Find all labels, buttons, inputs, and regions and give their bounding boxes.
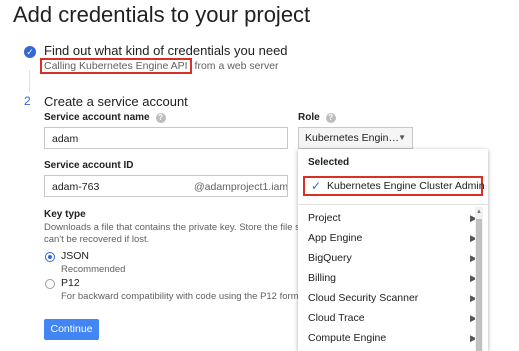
page-title: Add credentials to your project <box>13 2 311 27</box>
role-dropdown-menu: Selected ✓ Kubernetes Engine Cluster Adm… <box>298 149 488 351</box>
checkmark-icon: ✓ <box>311 179 322 193</box>
menu-item-cloud-trace[interactable]: Cloud Trace ▶ <box>308 308 477 328</box>
step1-api-highlight: Calling Kubernetes Engine API <box>40 58 192 74</box>
step1-title: Find out what kind of credentials you ne… <box>44 43 288 58</box>
p12-radio[interactable] <box>45 279 55 289</box>
menu-item-billing[interactable]: Billing ▶ <box>308 268 477 288</box>
caret-down-icon: ▼ <box>398 133 406 142</box>
continue-button[interactable]: Continue <box>44 319 99 340</box>
step-connector <box>29 70 30 92</box>
role-label: Role? <box>298 112 336 123</box>
service-account-id-input[interactable]: adam-763 @adamproject1.iam.gs <box>44 175 288 197</box>
role-select[interactable]: Kubernetes Engin… ▼ <box>298 127 413 149</box>
help-icon[interactable]: ? <box>325 113 336 123</box>
scroll-up-icon[interactable]: ▲ <box>475 207 483 217</box>
key-type-label: Key type <box>44 209 86 220</box>
json-option-label: JSON <box>61 250 90 262</box>
step1-source: from a web server <box>194 60 279 72</box>
help-icon[interactable]: ? <box>155 113 166 123</box>
menu-item-cloud-security-scanner[interactable]: Cloud Security Scanner ▶ <box>308 288 477 308</box>
service-account-id-label: Service account ID <box>44 160 134 171</box>
p12-option-sub: For backward compatibility with code usi… <box>61 291 299 302</box>
step1-summary: Calling Kubernetes Engine API from a web… <box>40 58 279 74</box>
json-option-sub: Recommended <box>61 264 126 275</box>
json-radio[interactable] <box>45 252 55 262</box>
service-account-id-suffix: @adamproject1.iam.gs <box>194 181 288 193</box>
menu-item-project[interactable]: Project ▶ <box>308 208 477 228</box>
service-account-name-input[interactable]: adam <box>44 127 288 149</box>
selected-header: Selected <box>308 157 350 168</box>
scrollbar-thumb[interactable] <box>476 219 482 351</box>
step2-number: 2 <box>24 94 31 108</box>
menu-item-bigquery[interactable]: BigQuery ▶ <box>308 248 477 268</box>
p12-option-label: P12 <box>61 277 80 289</box>
service-account-name-label: Service account name? <box>44 112 166 123</box>
menu-item-app-engine[interactable]: App Engine ▶ <box>308 228 477 248</box>
selected-role-item[interactable]: ✓ Kubernetes Engine Cluster Admin <box>303 176 485 196</box>
check-circle-icon: ✓ <box>24 46 36 58</box>
divider <box>298 204 488 205</box>
key-type-description: Downloads a file that contains the priva… <box>44 222 299 245</box>
menu-item-compute-engine[interactable]: Compute Engine ▶ <box>308 328 477 348</box>
step2-title: Create a service account <box>44 94 188 109</box>
